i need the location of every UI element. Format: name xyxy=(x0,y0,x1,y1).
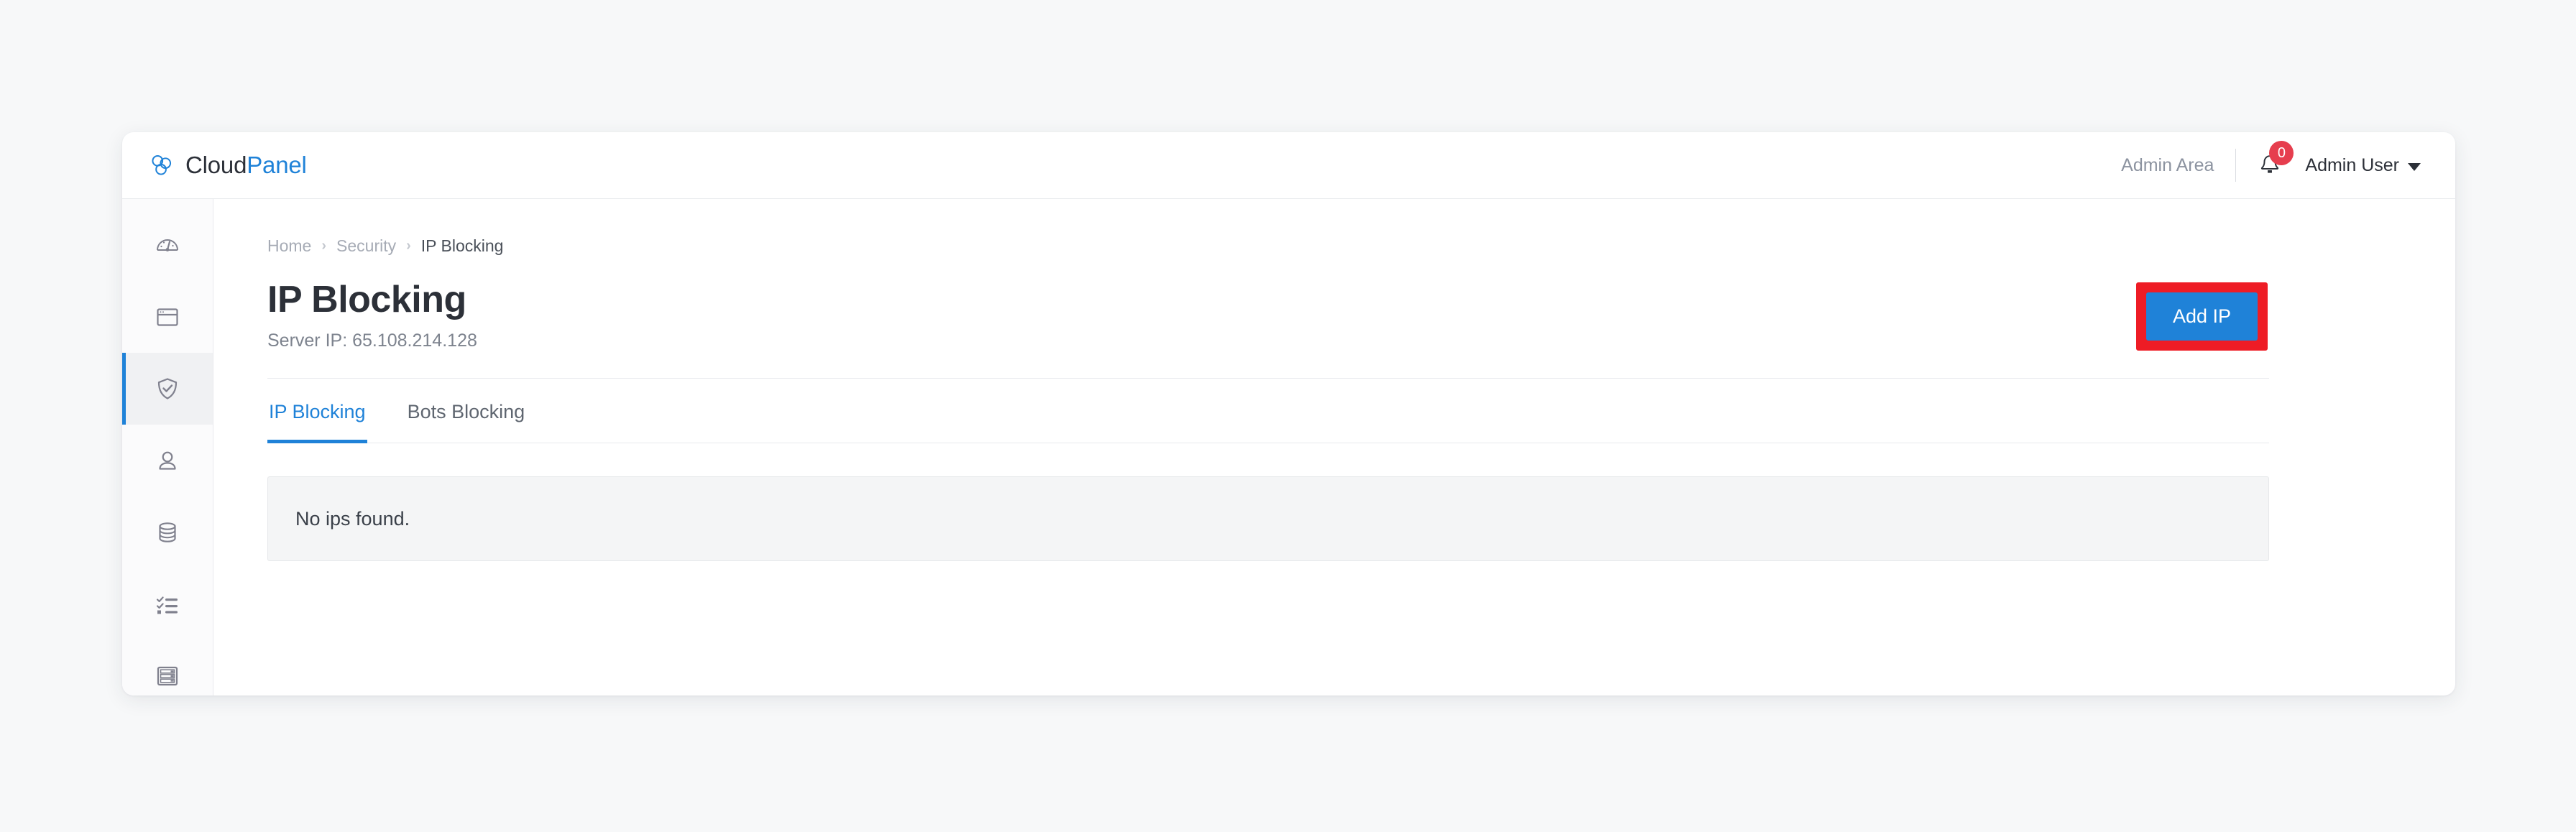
user-menu-label: Admin User xyxy=(2305,154,2399,175)
database-icon xyxy=(159,522,176,542)
sidebar-nav xyxy=(122,199,213,695)
admin-area-link[interactable]: Admin Area xyxy=(2121,155,2235,176)
sidebar-item-sites[interactable] xyxy=(122,281,213,353)
gauge-icon xyxy=(157,239,178,251)
shield-check-icon xyxy=(157,378,178,399)
sidebar-item-dashboard[interactable] xyxy=(122,209,213,281)
empty-state-panel: No ips found. xyxy=(267,476,2269,562)
server-ip-label: Server IP: 65.108.214.128 xyxy=(267,331,477,351)
add-ip-button[interactable]: Add IP xyxy=(2145,292,2258,341)
empty-state-message: No ips found. xyxy=(295,507,410,530)
user-icon xyxy=(159,451,176,470)
notifications-button[interactable]: 0 xyxy=(2236,141,2305,177)
breadcrumb: Home › Security › IP Blocking xyxy=(267,236,2269,256)
brand-name: CloudPanel xyxy=(185,152,307,179)
breadcrumb-separator-icon: › xyxy=(406,238,411,254)
tab-bar: IP Blocking Bots Blocking xyxy=(267,379,2269,444)
sidebar-item-server[interactable] xyxy=(122,640,213,695)
sidebar-item-users[interactable] xyxy=(122,425,213,496)
brand-name-first: Cloud xyxy=(185,152,247,178)
app-window: CloudPanel Admin Area 0 Admin User Home … xyxy=(122,132,2455,695)
page-header-text: IP Blocking Server IP: 65.108.214.128 xyxy=(267,279,477,351)
topbar-right-group: Admin Area 0 Admin User xyxy=(2121,141,2421,182)
browser-window-icon xyxy=(157,308,178,326)
page-header: IP Blocking Server IP: 65.108.214.128 Ad… xyxy=(267,279,2269,351)
sidebar-item-security[interactable] xyxy=(122,353,213,425)
app-body: Home › Security › IP Blocking IP Blockin… xyxy=(122,199,2455,695)
add-ip-highlight-box: Add IP xyxy=(2135,282,2268,351)
sidebar-item-databases[interactable] xyxy=(122,496,213,568)
content-container: Home › Security › IP Blocking IP Blockin… xyxy=(267,236,2269,562)
brand-name-second: Panel xyxy=(247,152,307,178)
sidebar-item-cron-jobs[interactable] xyxy=(122,568,213,640)
top-header-bar: CloudPanel Admin Area 0 Admin User xyxy=(122,132,2455,199)
tab-ip-blocking[interactable]: IP Blocking xyxy=(267,379,367,444)
brand-logo[interactable]: CloudPanel xyxy=(148,152,307,179)
tab-bots-blocking[interactable]: Bots Blocking xyxy=(406,379,527,443)
main-content: Home › Security › IP Blocking IP Blockin… xyxy=(213,199,2455,695)
server-rack-icon xyxy=(157,666,178,686)
breadcrumb-item-security[interactable]: Security xyxy=(336,236,396,256)
cloudpanel-logo-icon xyxy=(152,154,172,175)
user-menu[interactable]: Admin User xyxy=(2305,155,2421,176)
checklist-icon xyxy=(156,596,178,614)
breadcrumb-item-ip-blocking: IP Blocking xyxy=(420,236,504,255)
notification-badge: 0 xyxy=(2269,141,2294,165)
breadcrumb-separator-icon: › xyxy=(321,238,327,254)
page-title: IP Blocking xyxy=(267,279,466,320)
breadcrumb-item-home[interactable]: Home xyxy=(267,236,311,256)
chevron-down-icon xyxy=(2408,162,2421,171)
